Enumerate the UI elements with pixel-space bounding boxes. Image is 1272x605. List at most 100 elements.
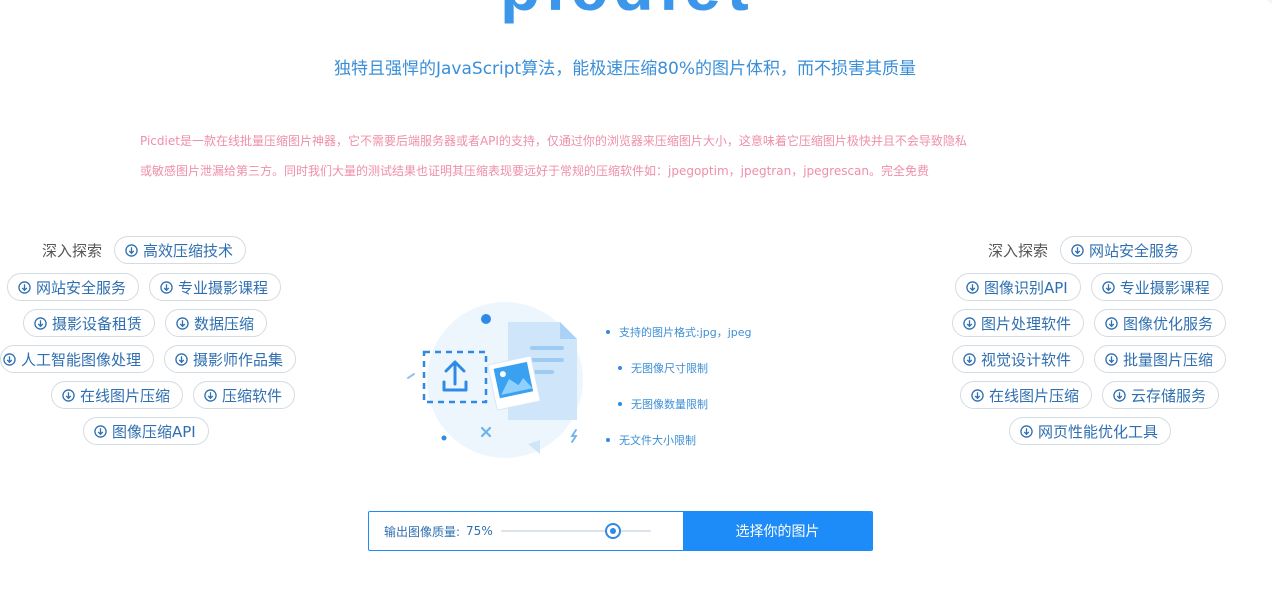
compress-control-bar: 输出图像质量: 75% 选择你的图片 (368, 511, 873, 551)
tag-label: 专业摄影课程 (178, 278, 269, 297)
feature-label: 无文件大小限制 (619, 434, 696, 447)
tag-label: 云存储服务 (1131, 386, 1207, 405)
arrow-circle-icon (204, 388, 217, 402)
tag-pill[interactable]: 视觉设计软件 (952, 345, 1085, 373)
tag-label: 图像优化服务 (1123, 314, 1214, 333)
arrow-circle-icon (18, 280, 31, 294)
tag-label: 专业摄影课程 (1119, 278, 1210, 297)
arrow-circle-icon (1071, 243, 1084, 257)
feature-item: 无文件大小限制 (606, 432, 696, 448)
arrow-circle-icon (3, 352, 16, 366)
arrow-circle-icon (62, 388, 75, 402)
left-tags-row-1: 深入探索 高效压缩技术 (42, 236, 247, 264)
arrow-circle-icon (966, 280, 979, 294)
quality-label: 输出图像质量: (384, 524, 461, 539)
slider-track (500, 530, 651, 532)
tag-label: 网页性能优化工具 (1038, 422, 1159, 441)
left-tags-row-5: 在线图片压缩 压缩软件 (51, 381, 296, 409)
tag-label: 摄影设备租赁 (52, 314, 143, 333)
feature-label: 无图像尺寸限制 (631, 362, 708, 375)
explore-label-right: 深入探索 (988, 241, 1049, 260)
bullet-dot (606, 438, 610, 442)
tag-pill[interactable]: 图片处理软件 (952, 309, 1085, 337)
left-tags-row-6: 图像压缩API (83, 417, 209, 445)
left-tags-row-3: 摄影设备租赁 数据压缩 (23, 309, 268, 337)
arrow-circle-icon (176, 316, 189, 330)
upload-illustration (407, 302, 583, 458)
tag-label: 高效压缩技术 (143, 241, 234, 260)
tag-pill[interactable]: 在线图片压缩 (960, 381, 1093, 409)
arrow-circle-icon (963, 316, 976, 330)
quality-slider[interactable] (500, 521, 651, 541)
right-tags-row-4: 视觉设计软件 批量图片压缩 (952, 345, 1227, 373)
tag-pill[interactable]: 压缩软件 (193, 381, 296, 409)
feature-label: 无图像数量限制 (631, 398, 708, 411)
tag-label: 摄影师作品集 (193, 350, 284, 369)
arrow-circle-icon (1105, 316, 1118, 330)
arrow-circle-icon (1102, 280, 1115, 294)
quality-value: 75% (466, 524, 493, 538)
feature-item: 无图像数量限制 (618, 396, 708, 412)
right-tags-row-2: 图像识别API 专业摄影课程 (955, 273, 1223, 301)
tag-label: 网站安全服务 (36, 278, 127, 297)
right-tags-row-1: 深入探索 网站安全服务 (988, 236, 1193, 264)
left-tags-row-4: 人工智能图像处理 摄影师作品集 (0, 345, 297, 373)
tag-pill[interactable]: 摄影师作品集 (164, 345, 297, 373)
tag-label: 压缩软件 (222, 386, 283, 405)
corner-decoration (1267, 0, 1272, 4)
tag-pill[interactable]: 云存储服务 (1102, 381, 1220, 409)
intro-line-2: 或敏感图片泄漏给第三方。同时我们大量的测试结果也证明其压缩表现要远好于常规的压缩… (140, 164, 930, 178)
tag-pill[interactable]: 图像压缩API (83, 417, 209, 445)
tag-pill[interactable]: 网站安全服务 (1060, 236, 1193, 264)
arrow-circle-icon (94, 424, 107, 438)
right-tags-row-3: 图片处理软件 图像优化服务 (952, 309, 1227, 337)
bullet-dot (606, 330, 610, 334)
tag-pill[interactable]: 摄影设备租赁 (23, 309, 156, 337)
arrow-circle-icon (963, 352, 976, 366)
intro-text: Picdiet是一款在线批量压缩图片神器，它不需要后端服务器或者API的支持，仅… (140, 126, 1130, 186)
left-tags-row-2: 网站安全服务 专业摄影课程 (7, 273, 282, 301)
tag-pill[interactable]: 专业摄影课程 (1090, 273, 1223, 301)
tag-label: 批量图片压缩 (1123, 350, 1214, 369)
slider-thumb[interactable] (605, 523, 622, 539)
tag-pill[interactable]: 人工智能图像处理 (0, 345, 155, 373)
tagline: 独特且强悍的JavaScript算法，能极速压缩80%的图片体积，而不损害其质量 (334, 59, 916, 79)
arrow-circle-icon (34, 316, 47, 330)
tag-pill[interactable]: 在线图片压缩 (51, 381, 184, 409)
tag-label: 在线图片压缩 (80, 386, 171, 405)
intro-line-1: Picdiet是一款在线批量压缩图片神器，它不需要后端服务器或者API的支持，仅… (140, 134, 967, 148)
right-tags-row-5: 在线图片压缩 云存储服务 (960, 381, 1220, 409)
arrow-circle-icon (1020, 424, 1033, 438)
tag-pill[interactable]: 图像识别API (955, 273, 1081, 301)
arrow-circle-icon (1105, 352, 1118, 366)
arrow-circle-icon (175, 352, 188, 366)
feature-item: 无图像尺寸限制 (618, 360, 708, 376)
arrow-circle-icon (971, 388, 984, 402)
explore-label-left: 深入探索 (42, 241, 103, 260)
choose-images-button[interactable]: 选择你的图片 (683, 512, 872, 550)
tag-label: 视觉设计软件 (981, 350, 1072, 369)
tag-label: 图片处理软件 (981, 314, 1072, 333)
tag-label: 图像压缩API (112, 422, 196, 441)
tag-label: 在线图片压缩 (989, 386, 1080, 405)
tag-pill[interactable]: 数据压缩 (165, 309, 268, 337)
tag-pill[interactable]: 批量图片压缩 (1094, 345, 1227, 373)
tag-pill[interactable]: 网站安全服务 (7, 273, 140, 301)
tag-label: 数据压缩 (194, 314, 255, 333)
tag-label: 人工智能图像处理 (21, 350, 142, 369)
feature-label: 支持的图片格式:jpg，jpeg (619, 326, 752, 339)
bullet-dot (618, 402, 622, 406)
logo: picdiet (500, 0, 755, 20)
arrow-circle-icon (1113, 388, 1126, 402)
tag-pill[interactable]: 图像优化服务 (1094, 309, 1227, 337)
tag-pill[interactable]: 专业摄影课程 (149, 273, 282, 301)
arrow-circle-icon (160, 280, 173, 294)
quality-control: 输出图像质量: 75% (369, 512, 683, 550)
tag-pill[interactable]: 高效压缩技术 (114, 236, 247, 264)
right-tags-row-6: 网页性能优化工具 (1009, 417, 1172, 445)
tag-label: 图像识别API (984, 278, 1068, 297)
bullet-dot (618, 366, 622, 370)
feature-item: 支持的图片格式:jpg，jpeg (606, 324, 752, 340)
tag-pill[interactable]: 网页性能优化工具 (1009, 417, 1172, 445)
arrow-circle-icon (125, 243, 138, 257)
